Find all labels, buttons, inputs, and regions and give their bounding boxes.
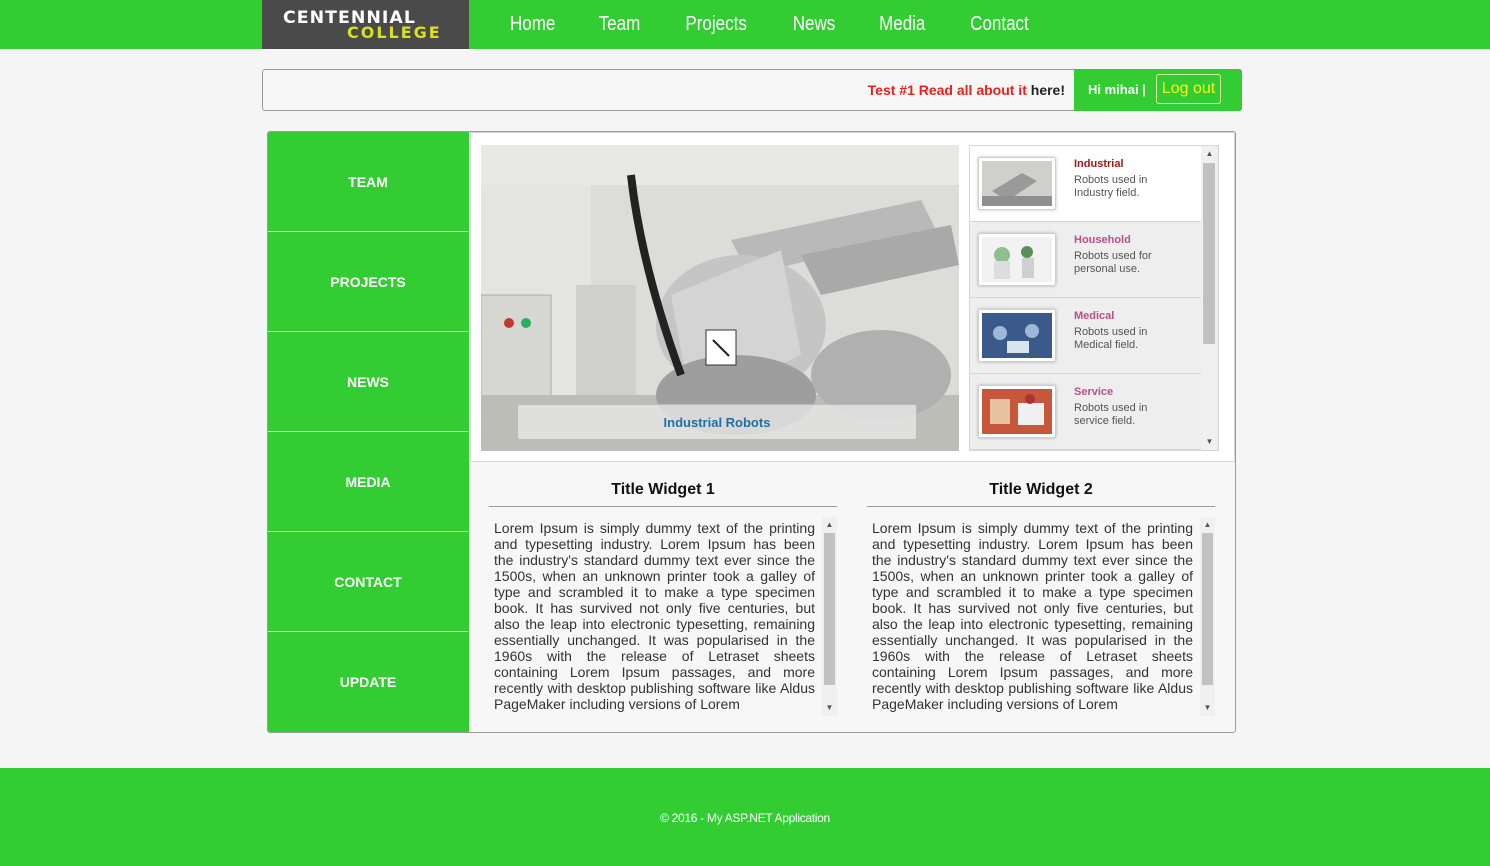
slider-main-image[interactable]: Industrial Robots xyxy=(481,145,959,451)
thumb-desc: Robots used for personal use. xyxy=(1074,250,1152,275)
widget-title: Title Widget 1 xyxy=(611,481,715,498)
scroll-thumb[interactable] xyxy=(1202,533,1213,685)
nav-contact[interactable]: Contact xyxy=(953,0,1046,49)
thumb-desc: Robots used in service field. xyxy=(1074,402,1148,427)
scroll-up-arrow-icon[interactable]: ▲ xyxy=(1201,146,1218,162)
logo-line2: COLLEGE xyxy=(347,23,442,42)
scroll-down-arrow-icon[interactable]: ▼ xyxy=(822,700,837,716)
user-box: Hi mihai | Log out xyxy=(1074,69,1242,111)
nav-media[interactable]: Media xyxy=(862,0,942,49)
widget-divider xyxy=(489,506,837,507)
thumb-medical[interactable]: Medical Robots used in Medical field. xyxy=(970,298,1203,374)
thumb-desc: Robots used in Medical field. xyxy=(1074,326,1148,351)
sidebar-item-news[interactable]: NEWS xyxy=(268,332,468,432)
sidebar-item-update[interactable]: UPDATE xyxy=(268,632,468,732)
scroll-thumb[interactable] xyxy=(1203,163,1215,344)
scroll-up-arrow-icon[interactable]: ▲ xyxy=(1200,517,1215,533)
widget-body: Lorem Ipsum is simply dummy text of the … xyxy=(867,517,1215,716)
thumb-list-scrollbar[interactable]: ▲ ▼ xyxy=(1201,146,1218,450)
thumb-industrial[interactable]: Industrial Robots used in Industry field… xyxy=(970,146,1203,222)
widget-1: Title Widget 1 Lorem Ipsum is simply dum… xyxy=(489,473,837,723)
slider-caption: Industrial Robots xyxy=(517,404,917,440)
nav-home[interactable]: Home xyxy=(493,0,572,49)
thumb-service[interactable]: Service Robots used in service field. xyxy=(970,374,1203,450)
nav-projects[interactable]: Projects xyxy=(669,0,764,49)
nav-team[interactable]: Team xyxy=(582,0,658,49)
widget-scrollbar[interactable]: ▲ ▼ xyxy=(822,517,837,716)
notice-here: here! xyxy=(1030,82,1065,98)
footer-copyright: © 2016 - My ASP.NET Application xyxy=(660,811,830,825)
thumb-medical-image xyxy=(978,309,1056,362)
scroll-down-arrow-icon[interactable]: ▼ xyxy=(1201,434,1218,450)
widget-divider xyxy=(867,506,1215,507)
thumb-title: Service xyxy=(1074,386,1114,398)
scroll-thumb[interactable] xyxy=(824,533,835,685)
top-navbar: CENTENNIAL COLLEGE Home Team Projects Ne… xyxy=(0,0,1490,49)
main-panel: TEAM PROJECTS NEWS MEDIA CONTACT UPDATE xyxy=(267,131,1236,733)
thumb-household-image xyxy=(978,233,1056,286)
widget-title: Title Widget 2 xyxy=(989,481,1093,498)
thumb-title: Household xyxy=(1074,234,1131,246)
notice-bar: Test #1 Read all about it here! Hi mihai… xyxy=(262,69,1242,111)
sidebar-item-projects[interactable]: PROJECTS xyxy=(268,232,468,332)
footer: © 2016 - My ASP.NET Application xyxy=(0,768,1490,866)
thumb-desc: Robots used in Industry field. xyxy=(1074,174,1148,199)
widget-scrollbar[interactable]: ▲ ▼ xyxy=(1200,517,1215,716)
sidebar-item-media[interactable]: MEDIA xyxy=(268,432,468,532)
sidebar-item-team[interactable]: TEAM xyxy=(268,132,468,232)
main-nav: Home Team Projects News Media Contact xyxy=(488,0,1052,49)
nav-news[interactable]: News xyxy=(775,0,852,49)
sidebar: TEAM PROJECTS NEWS MEDIA CONTACT UPDATE xyxy=(268,132,469,732)
widget-2: Title Widget 2 Lorem Ipsum is simply dum… xyxy=(867,473,1215,723)
thumb-title: Medical xyxy=(1074,310,1115,322)
thumb-service-image xyxy=(978,385,1056,438)
thumb-industrial-image xyxy=(978,157,1056,210)
widget-text: Lorem Ipsum is simply dummy text of the … xyxy=(494,520,815,712)
notice-link[interactable]: Test #1 Read all about it xyxy=(868,82,1027,98)
thumb-title: Industrial xyxy=(1074,158,1124,170)
scroll-down-arrow-icon[interactable]: ▼ xyxy=(1200,700,1215,716)
image-slider: Industrial Robots Industrial Robots used… xyxy=(470,132,1235,462)
sidebar-item-contact[interactable]: CONTACT xyxy=(268,532,468,632)
slider-thumbnail-list: Industrial Robots used in Industry field… xyxy=(969,145,1219,451)
college-logo[interactable]: CENTENNIAL COLLEGE xyxy=(262,0,469,49)
thumb-household[interactable]: Household Robots used for personal use. xyxy=(970,222,1203,298)
widget-text: Lorem Ipsum is simply dummy text of the … xyxy=(872,520,1193,712)
notice-message: Test #1 Read all about it here! xyxy=(868,82,1065,98)
scroll-up-arrow-icon[interactable]: ▲ xyxy=(822,517,837,533)
widget-body: Lorem Ipsum is simply dummy text of the … xyxy=(489,517,837,716)
user-greeting: Hi mihai | xyxy=(1088,82,1146,97)
logout-button[interactable]: Log out xyxy=(1156,74,1221,104)
